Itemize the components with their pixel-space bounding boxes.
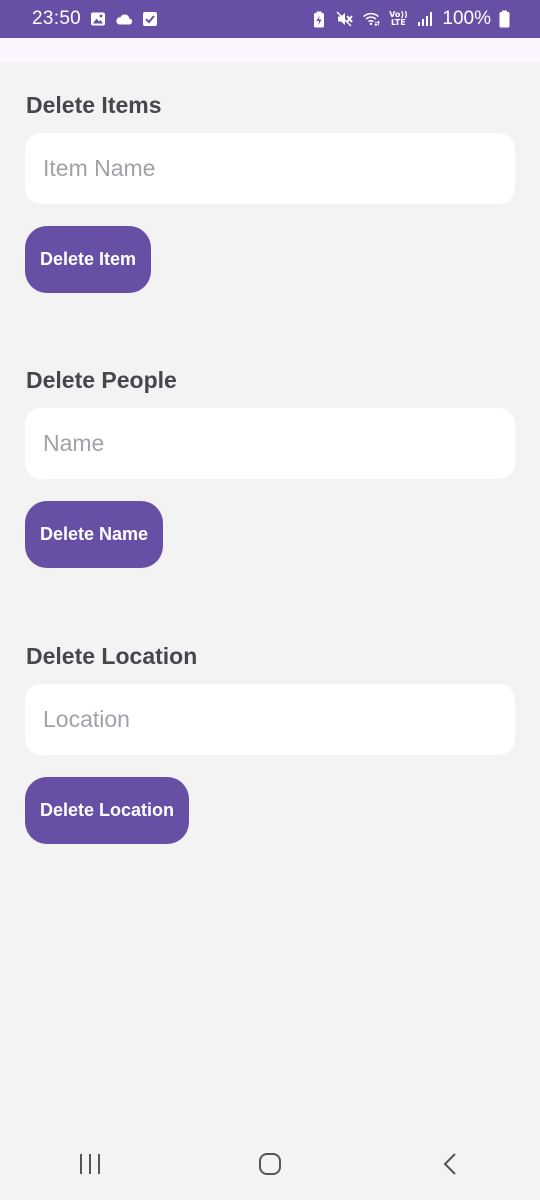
back-icon [442,1152,458,1181]
status-bar: 23:50 Vo)) LTE 100% [0,0,540,38]
delete-location-button[interactable]: Delete Location [25,777,190,844]
home-button[interactable] [225,1136,315,1196]
delete-item-button[interactable]: Delete Item [25,226,152,293]
home-icon [258,1152,282,1181]
checkbox-icon [141,10,159,28]
cloud-icon [115,10,133,28]
recent-apps-button[interactable] [45,1136,135,1196]
delete-items-title: Delete Items [26,92,162,118]
back-button[interactable] [405,1136,495,1196]
name-input[interactable] [25,408,515,479]
wifi-icon [362,10,381,28]
mute-icon [336,10,354,28]
volte-bottom-label: LTE [391,18,406,27]
navigation-bar [0,1132,540,1200]
status-left: 23:50 [32,8,159,30]
status-time: 23:50 [32,8,82,29]
volte-icon: Vo)) LTE [388,10,408,28]
app-screen: 23:50 Vo)) LTE 100% Delete Items Item Na… [0,0,540,1200]
signal-icon [416,10,434,28]
location-input[interactable] [25,684,515,755]
delete-people-title: Delete People [26,367,177,393]
battery-icon [499,10,510,28]
app-bar [0,38,540,62]
recent-apps-icon [78,1153,102,1180]
image-icon [89,10,107,28]
delete-location-title: Delete Location [26,643,198,669]
battery-percent: 100% [442,8,491,29]
item-name-input[interactable] [25,133,515,204]
delete-name-button[interactable]: Delete Name [25,501,164,568]
status-right: Vo)) LTE 100% [310,8,510,30]
battery-saver-icon [310,10,328,28]
